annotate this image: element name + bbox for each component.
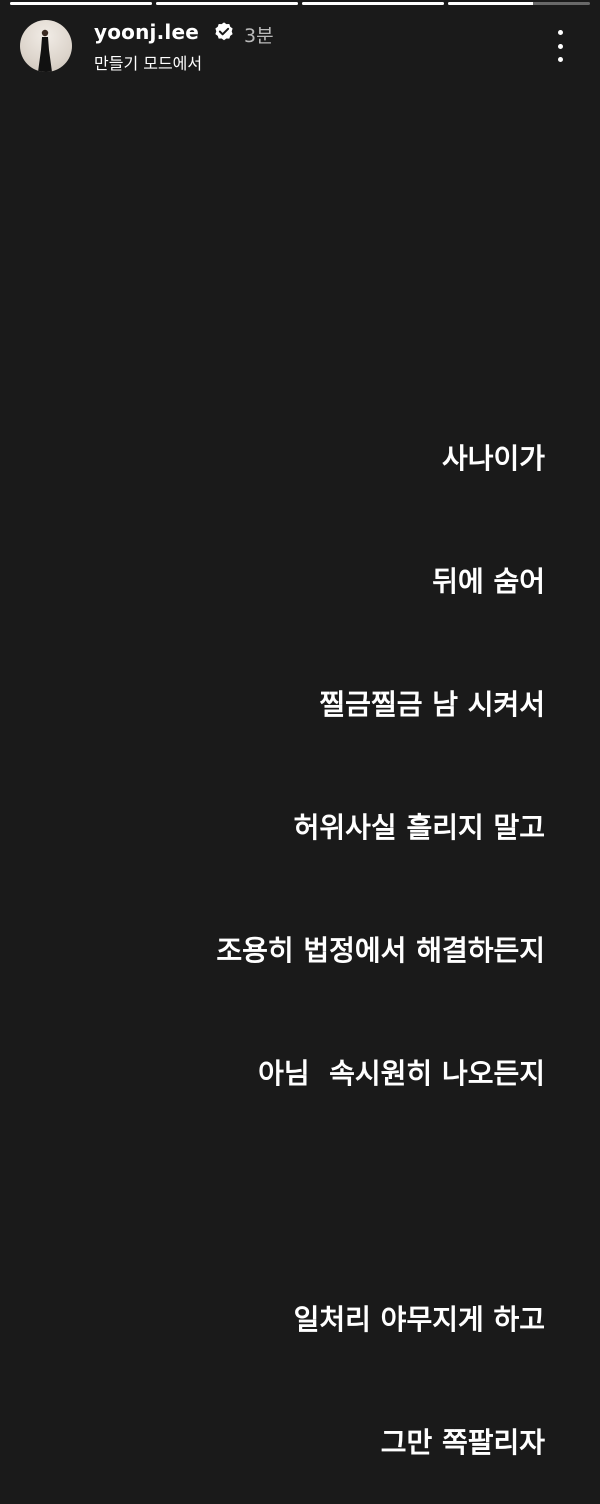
progress-fill <box>156 2 298 5</box>
story-line: 찔금찔금 남 시켜서 <box>319 688 545 721</box>
progress-segment <box>302 2 444 5</box>
story-line: 아님 속시원히 나오든지 <box>258 1057 545 1090</box>
story-header: yoonj.lee 3분 만들기 모드에서 <box>20 18 580 74</box>
avatar[interactable] <box>20 20 72 72</box>
progress-fill <box>302 2 444 5</box>
story-line <box>216 1176 545 1217</box>
story-text: 사나이가 뒤에 숨어 찔금찔금 남 시켜서 허위사실 흘리지 말고 조용히 법정… <box>216 356 545 1504</box>
story-line: 뒤에 숨어 <box>432 565 545 598</box>
story-line: 조용히 법정에서 해결하든지 <box>216 934 545 967</box>
progress-fill <box>10 2 152 5</box>
story-line: 허위사실 흘리지 말고 <box>293 811 545 844</box>
post-time: 3분 <box>244 25 274 47</box>
progress-segment <box>156 2 298 5</box>
story-line: 일처리 야무지게 하고 <box>293 1303 545 1336</box>
username[interactable]: yoonj.lee <box>94 20 199 44</box>
more-vertical-icon[interactable] <box>548 30 572 62</box>
story-line: 그만 쪽팔리자 <box>380 1426 545 1459</box>
progress-fill <box>448 2 534 5</box>
story-progress-bar <box>10 2 590 5</box>
story-subtitle: 만들기 모드에서 <box>94 54 203 73</box>
progress-segment <box>10 2 152 5</box>
story-line: 사나이가 <box>441 442 545 475</box>
progress-segment <box>448 2 590 5</box>
verified-badge-icon <box>215 22 233 41</box>
